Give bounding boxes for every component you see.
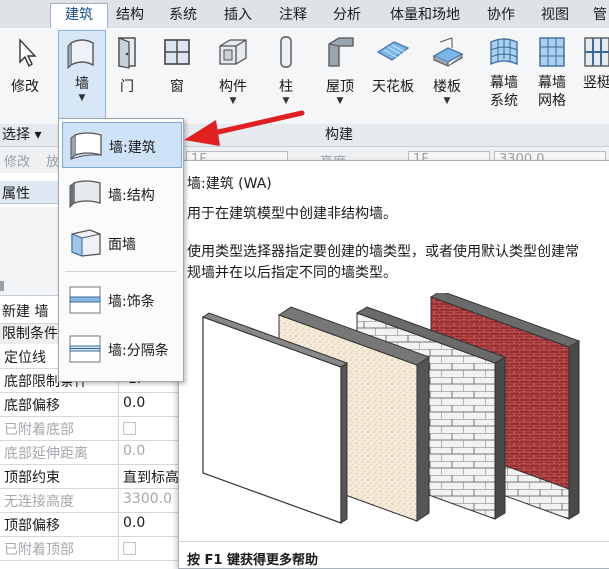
curtain-system-icon — [487, 34, 521, 70]
cursor-icon — [8, 34, 42, 70]
modify-button[interactable]: 修改 — [2, 34, 48, 96]
prop-row-base-offset[interactable]: 底部偏移 0.0 — [0, 393, 182, 417]
column-icon — [269, 34, 303, 70]
menu-item-face-wall[interactable]: 面墙 — [62, 220, 180, 264]
top-attached-checkbox — [123, 542, 136, 555]
curtain-system-label-2: 系统 — [490, 93, 518, 109]
component-icon — [216, 34, 250, 70]
wall-dropdown-menu: 墙:建筑 墙:结构 面墙 墙:饰条 墙:分隔条 — [58, 118, 184, 382]
tab-collaborate[interactable]: 协作 — [481, 4, 521, 26]
column-label: 柱 — [279, 79, 293, 95]
tab-view[interactable]: 视图 — [535, 4, 575, 26]
roof-dropdown-arrow-icon[interactable]: ▼ — [317, 96, 363, 106]
curtain-grid-button[interactable]: 幕墙 网格 — [529, 34, 575, 110]
menu-item-wall-reveal[interactable]: 墙:分隔条 — [62, 326, 180, 370]
prop-row-base-attached: 已附着底部 — [0, 417, 182, 441]
tooltip-help-hint: 按 F1 键获得更多帮助 — [187, 553, 318, 568]
ceiling-icon — [376, 34, 410, 70]
curtain-system-button[interactable]: 幕墙 系统 — [481, 34, 527, 110]
wall-button[interactable]: 墙 ▼ — [58, 30, 106, 120]
menu-item-wall-sweep[interactable]: 墙:饰条 — [62, 277, 180, 321]
ceiling-button[interactable]: 天花板 — [370, 34, 416, 96]
properties-title: 属性 — [2, 186, 30, 202]
floor-icon — [430, 34, 464, 70]
curtain-grid-icon — [535, 34, 569, 70]
prop-row-top-offset[interactable]: 顶部偏移 0.0 — [0, 513, 182, 537]
mullion-button[interactable]: 竖梃 — [577, 34, 609, 92]
options-modify-label: 修改 — [4, 155, 31, 170]
roof-button[interactable]: 屋顶 ▼ — [317, 34, 363, 106]
curtain-grid-label-1: 幕墙 — [538, 75, 566, 91]
component-label: 构件 — [219, 79, 247, 95]
wall-dropdown-arrow-icon[interactable]: ▼ — [59, 93, 105, 103]
select-dropdown[interactable]: 选择 ▾ — [0, 124, 41, 146]
floor-label: 楼板 — [433, 79, 461, 95]
window-icon — [160, 34, 194, 70]
window-button[interactable]: 窗 — [154, 34, 200, 96]
wall-reveal-icon — [66, 334, 104, 364]
window-label: 窗 — [170, 79, 184, 95]
build-group-label: 构建 — [325, 127, 353, 143]
tooltip-description: 用于在建筑模型中创建非结构墙。 — [187, 206, 397, 222]
tab-massing-site[interactable]: 体量和场地 — [380, 4, 470, 26]
wall-icon — [65, 35, 99, 71]
ribbon-panel: 修改 墙 ▼ 门 窗 构件 ▼ 柱 ▼ 屋顶 ▼ 天花板 楼板 ▼ 幕墙 系统 … — [0, 28, 609, 125]
component-dropdown-arrow-icon[interactable]: ▼ — [210, 96, 256, 106]
ceiling-label: 天花板 — [372, 79, 414, 95]
column-dropdown-arrow-icon[interactable]: ▼ — [263, 96, 309, 106]
wall-architectural-icon — [67, 131, 105, 161]
tab-structure[interactable]: 结构 — [110, 4, 150, 26]
door-label: 门 — [120, 79, 134, 95]
mullion-label: 竖梃 — [583, 75, 609, 91]
wall-types-illustration — [201, 293, 581, 524]
tab-insert[interactable]: 插入 — [218, 4, 258, 26]
wall-tooltip: 墙:建筑 (WA) 用于在建筑模型中创建非结构墙。 使用类型选择器指定要创建的墙… — [178, 160, 609, 569]
roof-label: 屋顶 — [326, 79, 354, 95]
tab-analyze[interactable]: 分析 — [327, 4, 367, 26]
wall-structural-icon — [66, 179, 104, 209]
tooltip-detail-line-2: 规墙并在以后指定不同的墙类型。 — [187, 265, 397, 281]
face-wall-icon — [66, 228, 104, 258]
modify-label: 修改 — [11, 79, 39, 95]
tooltip-detail-line-1: 使用类型选择器指定要创建的墙类型，或者使用默认类型创建常 — [187, 244, 579, 260]
curtain-system-label-1: 幕墙 — [490, 75, 518, 91]
prop-row-top-attached: 已附着顶部 — [0, 537, 182, 561]
menu-item-wall-structural[interactable]: 墙:结构 — [62, 171, 180, 215]
mullion-icon — [580, 34, 609, 70]
prop-row-base-extension: 底部延伸距离 0.0 — [0, 441, 182, 465]
tab-architecture[interactable]: 建筑 — [50, 3, 108, 28]
type-selector-scrollbar[interactable] — [0, 281, 4, 291]
tab-annotate[interactable]: 注释 — [273, 4, 313, 26]
tooltip-title: 墙:建筑 (WA) — [187, 176, 272, 192]
column-button[interactable]: 柱 ▼ — [263, 34, 309, 106]
prop-row-unconnected-height: 无连接高度 3300.0 — [0, 489, 182, 513]
base-attached-checkbox — [123, 422, 136, 435]
door-button[interactable]: 门 — [104, 34, 150, 96]
tooltip-separator — [179, 541, 609, 542]
prop-row-top-constraint[interactable]: 顶部约束 直到标高 — [0, 465, 182, 489]
tab-manage[interactable]: 管 — [588, 4, 609, 26]
floor-button[interactable]: 楼板 ▼ — [424, 34, 470, 106]
ribbon-tab-bar: 建筑 结构 系统 插入 注释 分析 体量和场地 协作 视图 管 — [0, 0, 609, 29]
wall-sweep-icon — [66, 285, 104, 315]
curtain-grid-label-2: 网格 — [538, 93, 566, 109]
wall-label: 墙 — [75, 76, 89, 92]
roof-icon — [323, 34, 357, 70]
component-button[interactable]: 构件 ▼ — [210, 34, 256, 106]
tab-systems[interactable]: 系统 — [163, 4, 203, 26]
floor-dropdown-arrow-icon[interactable]: ▼ — [424, 96, 470, 106]
menu-item-wall-architectural[interactable]: 墙:建筑 — [62, 122, 182, 168]
door-icon — [110, 34, 144, 70]
